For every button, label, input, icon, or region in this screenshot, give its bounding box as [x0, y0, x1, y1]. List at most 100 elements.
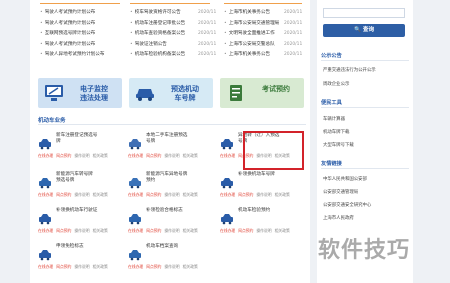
service-link[interactable]: 在线办理	[128, 153, 143, 158]
bullet-icon: •	[40, 52, 43, 57]
sidebar-link[interactable]: 大型车牌号下载	[323, 142, 354, 148]
news-item[interactable]: • 驾驶人考试预约计划公布	[40, 41, 122, 49]
news-item[interactable]: • 校车驾驶资格许可公告	[130, 9, 192, 17]
news-item[interactable]: • 驾驶人考试预约计划公布	[40, 20, 122, 28]
news-item[interactable]: • 驾驶人考试预约计划公布	[40, 9, 122, 17]
service-link[interactable]: 操作说明	[74, 192, 89, 197]
banner-electronic-monitoring[interactable]: 电子监控 违法处理	[38, 78, 122, 108]
service-link[interactable]: 在线办理	[128, 228, 143, 233]
service-link[interactable]: 相关政策	[93, 264, 108, 269]
service-link[interactable]: 网点预约	[56, 153, 71, 158]
service-item[interactable]: 申领免检标志 在线办理 网点预约 操作说明 相关政策	[38, 244, 122, 274]
service-item[interactable]: 新能源汽车异地号牌 预约 在线办理 网点预约 操作说明 相关政策	[128, 172, 212, 202]
service-icon	[38, 211, 52, 225]
service-link[interactable]: 网点预约	[146, 264, 161, 269]
news-item[interactable]: • 上海市公安局交通管理局	[224, 20, 280, 28]
service-link[interactable]: 相关政策	[183, 153, 198, 158]
service-link[interactable]: 相关政策	[275, 192, 290, 197]
service-link[interactable]: 网点预约	[238, 192, 253, 197]
news-tab-indicator	[224, 3, 302, 4]
service-links: 在线办理 网点预约 操作说明 相关政策	[128, 264, 201, 270]
news-title: 上海市机关事务公告	[228, 10, 271, 15]
service-name: 补领检验合格标志	[146, 208, 183, 213]
service-link[interactable]: 在线办理	[38, 264, 53, 269]
sidebar-link[interactable]: 上海市人民政府	[323, 215, 354, 221]
sidebar-link[interactable]: 中华人民共和国公安部	[323, 176, 367, 182]
service-link[interactable]: 在线办理	[128, 264, 143, 269]
service-item[interactable]: 补领检验合格标志在线办理 网点预约 操作说明 相关政策	[128, 208, 212, 238]
service-item[interactable]: 机动车档案查询在线办理 网点预约 操作说明 相关政策	[128, 244, 212, 274]
service-link[interactable]: 相关政策	[183, 228, 198, 233]
search-button[interactable]: 🔍 查询	[323, 24, 405, 37]
service-icon	[38, 175, 52, 189]
service-link[interactable]: 相关政策	[275, 228, 290, 233]
news-item[interactable]: • 上海市机关事务公告	[224, 51, 280, 59]
service-link[interactable]: 网点预约	[146, 153, 161, 158]
service-link[interactable]: 网点预约	[238, 228, 253, 233]
service-link[interactable]: 在线办理	[220, 228, 235, 233]
service-link[interactable]: 操作说明	[164, 264, 179, 269]
news-title: 驾驶证注销公告	[134, 41, 167, 47]
sidebar-link[interactable]: 公安部交通安全研究中心	[323, 202, 371, 208]
news-date: 2020/11	[284, 20, 303, 26]
news-item[interactable]: • 上海市机关事务公告	[224, 9, 280, 17]
news-item[interactable]: • 机动车查验资格备案公告	[130, 30, 192, 38]
service-link[interactable]: 网点预约	[56, 192, 71, 197]
news-item[interactable]: • 上海市公安局交警总队	[224, 41, 280, 49]
service-link[interactable]: 在线办理	[128, 192, 143, 197]
sidebar-link[interactable]: 机动车牌下载	[323, 129, 349, 135]
news-item[interactable]: • 互联网预选号牌计划公布	[40, 30, 122, 38]
service-link[interactable]: 操作说明	[256, 192, 271, 197]
service-link[interactable]: 相关政策	[93, 153, 108, 158]
service-link[interactable]: 操作说明	[74, 228, 89, 233]
news-date: 2020/11	[284, 10, 303, 15]
sidebar-link[interactable]: 公安部交通管理局	[323, 189, 358, 195]
service-link[interactable]: 操作说明	[74, 153, 89, 158]
service-item[interactable]: 机动车检验预约 在线办理 网点预约 操作说明 相关政策	[220, 208, 304, 238]
service-link[interactable]: 操作说明	[164, 228, 179, 233]
service-link[interactable]: 操作说明	[256, 228, 271, 233]
service-link[interactable]: 操作说明	[164, 153, 179, 158]
sidebar-link[interactable]: 车辆计算器	[323, 116, 345, 122]
service-link[interactable]: 网点预约	[56, 264, 71, 269]
watermark: 软件技巧	[318, 238, 411, 263]
bullet-icon: •	[40, 31, 43, 36]
service-link[interactable]: 在线办理	[220, 153, 235, 158]
banner-exam-appointment[interactable]: 考试预约	[220, 78, 304, 108]
service-link[interactable]: 网点预约	[146, 192, 161, 197]
service-link[interactable]: 相关政策	[93, 228, 108, 233]
service-item[interactable]: 本地二手车注册预选 号牌 在线办理 网点预约 操作说明 相关政策	[128, 133, 212, 163]
service-link[interactable]: 操作说明	[74, 264, 89, 269]
service-link[interactable]: 网点预约	[56, 228, 71, 233]
service-link[interactable]: 操作说明	[164, 192, 179, 197]
news-item[interactable]: • 机动车检验机构备案公告	[130, 51, 192, 59]
bullet-icon: •	[130, 10, 133, 15]
service-icon	[38, 247, 52, 261]
bullet-icon: •	[40, 41, 43, 47]
search-input[interactable]	[323, 8, 405, 18]
news-item[interactable]: • 机动车注册登记审批公告	[130, 20, 192, 28]
service-link[interactable]: 在线办理	[38, 192, 53, 197]
service-name: 机动车档案查询	[146, 244, 179, 249]
service-link[interactable]: 在线办理	[220, 192, 235, 197]
service-link[interactable]: 网点预约	[146, 228, 161, 233]
service-links: 在线办理 网点预约 操作说明 相关政策	[128, 228, 201, 234]
service-link[interactable]: 相关政策	[183, 264, 198, 269]
service-link[interactable]: 相关政策	[93, 192, 108, 197]
news-item[interactable]: • 驾驶证注销公告	[130, 41, 192, 49]
service-name: 补领换机动车行驶证	[56, 208, 98, 213]
service-item[interactable]: 新车注册登记预选号 牌在线办理 网点预约 操作说明 相关政策	[38, 133, 122, 163]
service-link[interactable]: 在线办理	[38, 153, 53, 158]
car-icon	[136, 89, 154, 101]
banner-preselect-plate[interactable]: 预选机动 车号牌	[129, 78, 213, 108]
news-title: 上海市公安局交通管理局	[228, 20, 280, 26]
service-item[interactable]: 补领换机动车号牌 在线办理 网点预约 操作说明 相关政策	[220, 172, 304, 202]
sidebar-link[interactable]: 严重交通违法行为公开公示	[323, 67, 376, 73]
news-item[interactable]: • 驾驶人异地考试预约计划公布	[40, 51, 122, 59]
sidebar-link[interactable]: 周政企业公示	[323, 81, 349, 87]
service-link[interactable]: 相关政策	[183, 192, 198, 197]
service-item[interactable]: 补领换机动车行驶证在线办理 网点预约 操作说明 相关政策	[38, 208, 122, 238]
service-link[interactable]: 在线办理	[38, 228, 53, 233]
news-item[interactable]: • 文明驾驶全面推进工作	[224, 30, 280, 38]
service-item[interactable]: 新能源汽车转号牌 预选号牌 在线办理 网点预约 操作说明 相关政策	[38, 172, 122, 202]
